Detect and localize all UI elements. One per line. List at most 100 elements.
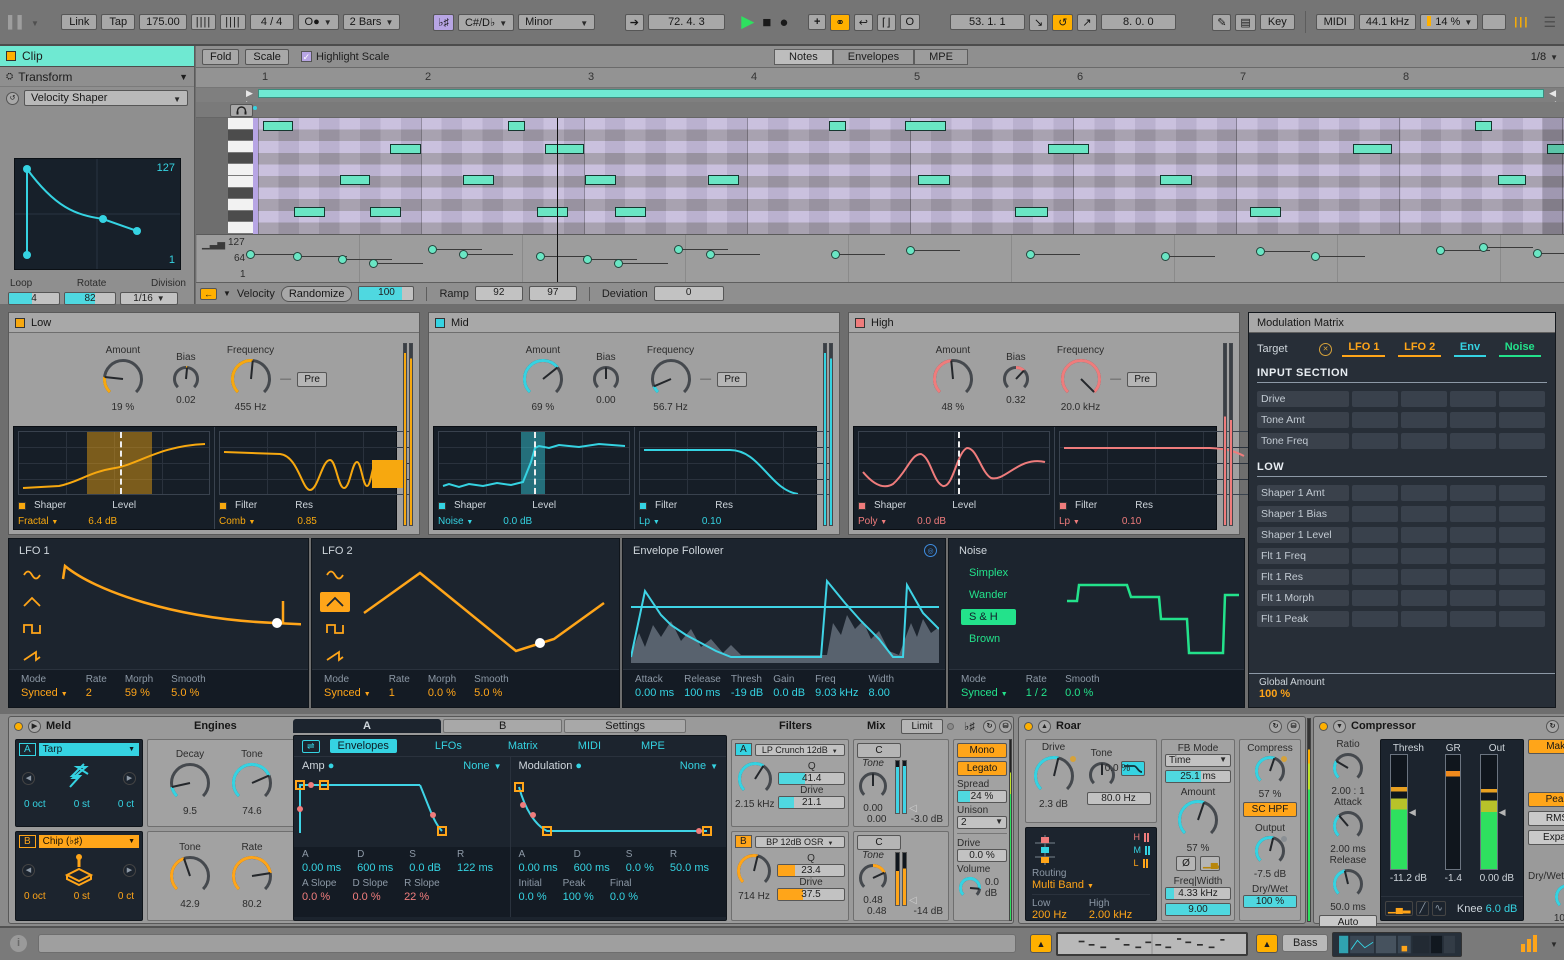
mix-b-crossfade-button[interactable]: C [857, 835, 901, 850]
matrix-cell[interactable] [1499, 391, 1545, 407]
mono-button[interactable]: Mono [957, 743, 1007, 758]
add-track-button[interactable]: + [808, 14, 826, 30]
knob-value[interactable]: 20.0 kHz [1061, 402, 1100, 413]
param-final[interactable]: Final0.0 % [610, 878, 638, 903]
meld-title[interactable]: Meld [46, 720, 71, 732]
param-d[interactable]: D600 ms [357, 849, 393, 874]
velocity-lane[interactable]: ▁▃▅ 127 64 1 [196, 234, 1564, 282]
cpu-meter[interactable]: 14 %▼ [1420, 14, 1478, 30]
knob-dial[interactable] [521, 357, 565, 401]
square-wave-icon[interactable] [320, 619, 350, 639]
high-shaper-display[interactable] [858, 431, 1050, 495]
midi-note[interactable] [263, 121, 293, 131]
knob-dial[interactable] [649, 357, 693, 401]
deviation-field[interactable]: 0 [654, 286, 724, 301]
filter-a-tag[interactable]: A [735, 743, 752, 756]
velocity-marker[interactable] [831, 250, 840, 259]
expand-button[interactable]: Expand [1528, 830, 1564, 845]
tab-notes[interactable]: Notes [774, 49, 833, 65]
beat-time-ruler[interactable]: 12345678 [196, 68, 1564, 88]
midi-note[interactable] [1353, 144, 1392, 154]
param-peak[interactable]: Peak100 % [563, 878, 594, 903]
matrix-row-label[interactable]: Flt 1 Morph [1257, 590, 1349, 606]
low-res-value[interactable]: 0.85 [297, 516, 316, 527]
param-d[interactable]: D600 ms [574, 849, 610, 874]
param-gain[interactable]: Gain0.0 dB [773, 674, 805, 703]
matrix-cell[interactable] [1499, 548, 1545, 564]
mod-env-mode-menu[interactable]: None▼ [680, 760, 718, 772]
roar-drywet-field[interactable]: 100 % [1243, 895, 1297, 908]
matrix-cell[interactable] [1499, 485, 1545, 501]
info-icon[interactable]: i [10, 935, 27, 952]
matrix-cell[interactable] [1499, 569, 1545, 585]
engine-b-next-icon[interactable]: ▶ [123, 864, 136, 877]
lane-menu-arrow[interactable]: ▼ [223, 289, 231, 298]
midi-note[interactable] [1015, 207, 1048, 217]
engine-b-oct[interactable]: 0 oct [24, 891, 46, 902]
knob-value[interactable]: 0.0 dB [985, 877, 1007, 899]
engine-a-next-icon[interactable]: ▶ [123, 772, 136, 785]
compressor-fold-icon[interactable]: ▼ [1333, 720, 1346, 733]
knob-dial[interactable] [1176, 798, 1220, 842]
subtab-matrix[interactable]: Matrix [500, 739, 546, 753]
matrix-cell[interactable] [1401, 611, 1447, 627]
triangle-wave-icon[interactable] [17, 592, 47, 612]
knob-dial[interactable] [1331, 751, 1365, 785]
filter-b-q-field[interactable]: 23.4 [777, 864, 845, 877]
matrix-row-label[interactable]: Tone Amt [1257, 412, 1349, 428]
matrix-cell[interactable] [1401, 391, 1447, 407]
knob-value[interactable]: 80.2 [242, 899, 261, 910]
track-name-chip[interactable]: Bass [1282, 934, 1328, 952]
menu-icon[interactable]: ☰ [1543, 14, 1556, 31]
phase-invert-button[interactable]: Ø [1176, 856, 1196, 871]
high-res-value[interactable]: 0.10 [1122, 516, 1141, 527]
midi-note[interactable] [1160, 175, 1192, 185]
rms-button[interactable]: RMS [1528, 811, 1564, 826]
knob-value[interactable]: 714 Hz [738, 891, 770, 902]
knob-value[interactable]: 2.00 ms [1330, 844, 1366, 855]
activity-view-button[interactable]: ▁▄▂ [1385, 901, 1413, 916]
knob-dial[interactable] [1253, 834, 1287, 868]
knob-dial[interactable] [1059, 357, 1103, 401]
knob-dial[interactable] [1553, 882, 1564, 912]
param-s[interactable]: S0.0 dB [409, 849, 441, 874]
compressor-title[interactable]: Compressor [1351, 720, 1416, 732]
matrix-cell[interactable] [1352, 485, 1398, 501]
param-mode[interactable]: ModeSynced ▼ [324, 674, 371, 703]
envelope-listen-icon[interactable]: ◎ [924, 544, 937, 557]
low-filter-display[interactable] [219, 431, 411, 495]
velocity-marker[interactable] [428, 245, 437, 254]
engine-b-prev-icon[interactable]: ◀ [22, 864, 35, 877]
matrix-cell[interactable] [1450, 412, 1496, 428]
engine-a-menu[interactable]: Tarp▼ [39, 743, 139, 756]
knob-value[interactable]: 57 % [1259, 789, 1282, 800]
matrix-cell[interactable] [1401, 527, 1447, 543]
mid-level-value[interactable]: 0.0 dB [503, 516, 532, 527]
comp-meter-thresh[interactable]: Thresh ◀ -11.2 dB [1390, 743, 1427, 884]
transform-tool-menu[interactable]: Velocity Shaper▼ [24, 90, 188, 106]
punch-in-icon[interactable]: ↘ [1029, 14, 1048, 31]
nudge-down-icon[interactable]: |||| [191, 14, 216, 30]
param-s[interactable]: S0.0 % [626, 849, 654, 874]
device-chain-expand-button[interactable]: ▲ [1256, 934, 1278, 953]
fb-mode-menu[interactable]: Time▼ [1165, 754, 1231, 767]
noise-type-wander[interactable]: Wander [961, 587, 1016, 603]
param-r[interactable]: R122 ms [457, 849, 493, 874]
roar-hot-swap-icon[interactable]: ↻ [1269, 720, 1282, 733]
knob-dial[interactable] [591, 364, 621, 394]
filter-b-type-menu[interactable]: BP 12dB OSR▼ [755, 836, 845, 848]
envelope-follower-display[interactable] [631, 563, 939, 663]
square-wave-icon[interactable] [17, 619, 47, 639]
matrix-column-noise[interactable]: Noise [1499, 341, 1541, 357]
matrix-cell[interactable] [1450, 569, 1496, 585]
legato-button[interactable]: Legato [957, 761, 1007, 776]
matrix-cell[interactable] [1401, 548, 1447, 564]
velocity-marker[interactable] [1533, 249, 1542, 258]
knob-dial[interactable] [229, 357, 273, 401]
low-shaper-type-menu[interactable]: Fractal ▼ [18, 516, 58, 527]
midi-note[interactable] [918, 175, 950, 185]
scale-name-menu[interactable]: Minor▼ [518, 14, 595, 30]
matrix-cell[interactable] [1450, 548, 1496, 564]
knob-dial[interactable] [1032, 754, 1076, 798]
meld-hot-swap-icon[interactable]: ↻ [983, 720, 996, 733]
